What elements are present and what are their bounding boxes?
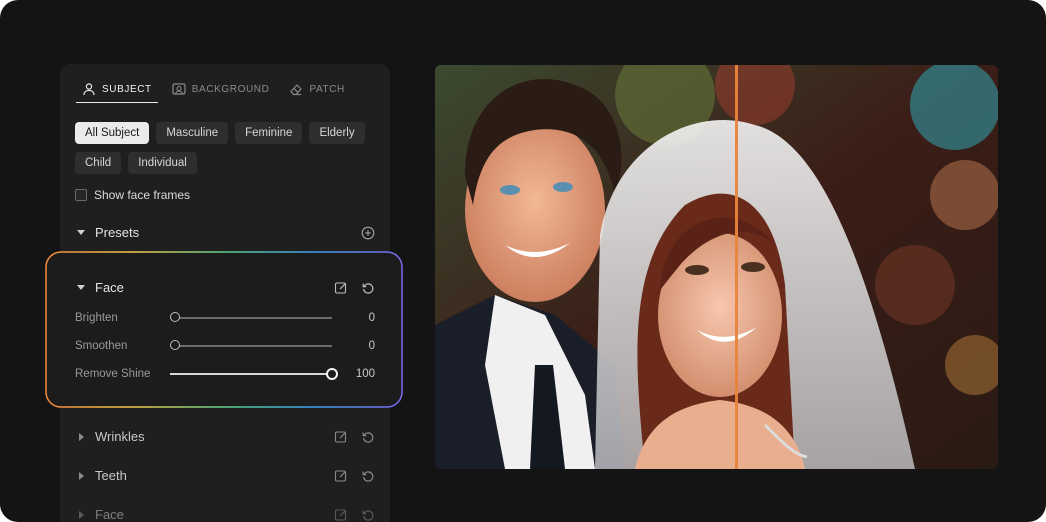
filter-chip-feminine[interactable]: Feminine: [235, 122, 303, 144]
subject-filter-chips: All Subject Masculine Feminine Elderly C…: [75, 122, 385, 174]
photo-preview[interactable]: [435, 65, 998, 469]
eraser-icon: [290, 84, 303, 96]
teeth-section-header[interactable]: Teeth: [75, 468, 375, 483]
panel-tabs: SUBJECT BACKGROUND PATCH: [76, 76, 359, 103]
caret-right-icon: [79, 510, 84, 519]
tab-patch[interactable]: PATCH: [283, 76, 350, 102]
plus-circle-icon[interactable]: [361, 226, 375, 240]
filter-chip-individual[interactable]: Individual: [128, 152, 197, 174]
section-label: Teeth: [95, 468, 127, 483]
face-section-header-collapsed[interactable]: Face: [75, 507, 375, 522]
section-label: Face: [95, 507, 124, 522]
show-face-frames-checkbox[interactable]: [75, 189, 87, 201]
wrinkles-section-header[interactable]: Wrinkles: [75, 429, 375, 444]
reset-icon[interactable]: [361, 508, 375, 522]
section-label: Wrinkles: [95, 429, 145, 444]
wedding-photo-image: [435, 65, 998, 469]
tab-subject[interactable]: SUBJECT: [76, 76, 158, 103]
reset-icon[interactable]: [361, 469, 375, 483]
presets-label: Presets: [95, 225, 140, 240]
reset-icon[interactable]: [361, 430, 375, 444]
caret-right-icon: [79, 432, 84, 441]
tab-label: SUBJECT: [102, 83, 152, 95]
show-face-frames-label: Show face frames: [94, 188, 191, 202]
person-icon: [83, 83, 95, 96]
show-face-frames-row[interactable]: Show face frames: [75, 188, 190, 202]
filter-chip-elderly[interactable]: Elderly: [309, 122, 365, 144]
image-frame-icon: [172, 83, 186, 95]
rainbow-highlight-border: [45, 251, 403, 408]
caret-down-icon: [77, 230, 85, 235]
filter-chip-masculine[interactable]: Masculine: [156, 122, 229, 144]
edit-icon[interactable]: [334, 430, 348, 444]
presets-section-header[interactable]: Presets: [75, 225, 375, 240]
edit-icon[interactable]: [334, 508, 348, 522]
tab-label: PATCH: [309, 83, 345, 95]
edit-icon[interactable]: [334, 469, 348, 483]
app-frame: SUBJECT BACKGROUND PATCH All Subject Mas…: [0, 0, 1046, 522]
tab-label: BACKGROUND: [191, 83, 270, 95]
caret-right-icon: [79, 471, 84, 480]
filter-chip-all-subject[interactable]: All Subject: [75, 122, 150, 144]
tab-background[interactable]: BACKGROUND: [166, 76, 276, 102]
filter-chip-child[interactable]: Child: [75, 152, 122, 174]
